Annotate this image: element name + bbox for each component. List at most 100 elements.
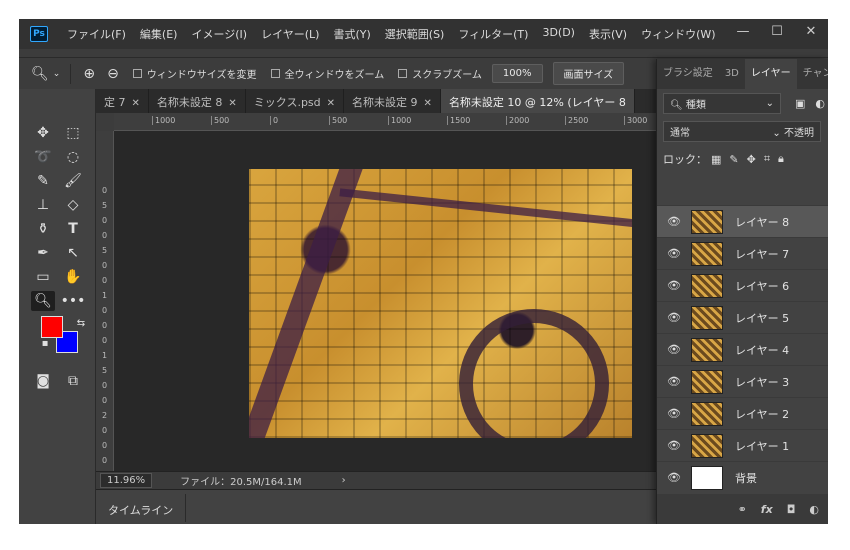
add-mask-icon[interactable]: ◘	[787, 503, 796, 516]
tab-3d[interactable]: 3D	[719, 59, 745, 89]
eyedropper-tool-icon[interactable]: ✎	[31, 171, 55, 191]
zoom-tool-icon[interactable]: 🔍︎	[31, 66, 49, 82]
menu-edit[interactable]: 編集(E)	[133, 26, 185, 42]
close-icon[interactable]: ✕	[424, 98, 432, 109]
brush-tool-icon[interactable]: 🖌︎	[61, 171, 85, 191]
scrubby-zoom-checkbox[interactable]: スクラブズーム	[398, 66, 482, 81]
visibility-eye-icon[interactable]: 👁	[663, 407, 685, 420]
quick-select-tool-icon[interactable]: ◌	[61, 147, 85, 167]
layer-row[interactable]: 👁 レイヤー 4	[657, 333, 828, 365]
move-tool-icon[interactable]: ✥	[31, 123, 55, 143]
quick-mask-icon[interactable]: ◙	[31, 371, 55, 391]
zoom-all-windows-checkbox[interactable]: 全ウィンドウをズーム	[270, 66, 384, 81]
maximize-button[interactable]: ☐	[760, 19, 794, 43]
visibility-eye-icon[interactable]: 👁	[663, 343, 685, 356]
lock-pixels-icon[interactable]: ✎	[729, 153, 738, 166]
marquee-tool-icon[interactable]: ⬚	[61, 123, 85, 143]
tab-document[interactable]: 名称未設定 9 ✕	[344, 89, 441, 113]
layers-panel: ブラシ設定 3D レイヤー チャンネル 🔍︎ 種類⌄ ▣ ◐ 通常⌄ 不透明 ロ…	[656, 59, 828, 524]
blend-mode-dropdown[interactable]: 通常 ⌄ 不透明	[663, 120, 821, 142]
layer-row-background[interactable]: 👁 背景	[657, 461, 828, 493]
zoom-tool-icon[interactable]: 🔍︎	[31, 291, 55, 311]
photo-mosaic-image[interactable]	[249, 169, 632, 438]
adjustment-layer-icon[interactable]: ◐	[809, 503, 819, 516]
tab-document-active[interactable]: 名称未設定 10 @ 12% (レイヤー 8	[440, 89, 635, 113]
zoom-100-button[interactable]: 100%	[491, 64, 543, 83]
text-tool-icon[interactable]: T	[61, 219, 85, 239]
menu-window[interactable]: ウィンドウ(W)	[634, 26, 722, 42]
lock-all-icon[interactable]: 🔒︎	[778, 152, 784, 166]
tab-document[interactable]: 定 7 ✕	[96, 89, 149, 113]
tab-channels[interactable]: チャンネル	[797, 59, 828, 89]
layer-row[interactable]: 👁 レイヤー 5	[657, 301, 828, 333]
divider	[70, 63, 72, 84]
layer-row[interactable]: 👁 レイヤー 3	[657, 365, 828, 397]
layer-filter-dropdown[interactable]: 🔍︎ 種類 ⌄	[663, 92, 781, 114]
menu-3d[interactable]: 3D(D)	[535, 26, 582, 42]
zoom-out-icon[interactable]: ⊖	[107, 66, 119, 82]
visibility-eye-icon[interactable]: 👁	[663, 247, 685, 260]
tab-layers[interactable]: レイヤー	[744, 59, 797, 89]
visibility-eye-icon[interactable]: 👁	[663, 375, 685, 388]
layer-row[interactable]: 👁 レイヤー 6	[657, 269, 828, 301]
chevron-right-icon[interactable]: ›	[342, 475, 346, 486]
tab-timeline[interactable]: タイムライン	[96, 494, 187, 522]
chevron-down-icon[interactable]: ⌄	[53, 69, 61, 79]
link-layers-icon[interactable]: ⚭	[738, 503, 747, 516]
chevron-down-icon: ⌄	[765, 97, 774, 109]
zoom-level-field[interactable]: 11.96%	[100, 473, 153, 488]
canvas-area[interactable]	[114, 131, 659, 471]
foreground-color-swatch[interactable]	[41, 316, 63, 338]
menu-image[interactable]: イメージ(I)	[184, 26, 254, 42]
stamp-tool-icon[interactable]: ⊥	[31, 195, 55, 215]
visibility-eye-icon[interactable]: 👁	[663, 471, 685, 484]
ruler-tick-label: 0	[270, 116, 278, 125]
eraser-tool-icon[interactable]: ◇	[61, 195, 85, 215]
layer-row[interactable]: 👁 レイヤー 7	[657, 237, 828, 269]
hand-tool-icon[interactable]: ✋	[61, 267, 85, 287]
lasso-tool-icon[interactable]: ➰	[31, 147, 55, 167]
menu-select[interactable]: 選択範囲(S)	[378, 26, 452, 42]
screen-mode-icon[interactable]: ⧉	[61, 371, 85, 391]
adjustment-filter-icon[interactable]: ◐	[815, 97, 825, 110]
horizontal-ruler: 1000 500 0 500 1000 1500 2000 2500 3000	[114, 113, 659, 131]
menu-type[interactable]: 書式(Y)	[326, 26, 377, 42]
menu-bar: Ps ファイル(F) 編集(E) イメージ(I) レイヤー(L) 書式(Y) 選…	[19, 19, 828, 49]
lock-position-icon[interactable]: ✥	[747, 153, 756, 166]
tab-document[interactable]: 名称未設定 8 ✕	[149, 89, 246, 113]
ruler-tick-label: 2500	[565, 116, 588, 125]
ruler-tick-label: 1	[102, 291, 108, 300]
visibility-eye-icon[interactable]: 👁	[663, 311, 685, 324]
layer-row[interactable]: 👁 レイヤー 8	[657, 205, 828, 237]
more-tools-icon[interactable]: •••	[61, 291, 86, 311]
bucket-tool-icon[interactable]: ⚱	[31, 219, 55, 239]
lock-artboard-icon[interactable]: ⌗	[764, 152, 770, 166]
rectangle-tool-icon[interactable]: ▭	[31, 267, 55, 287]
resize-windows-checkbox[interactable]: ウィンドウサイズを変更	[132, 66, 257, 81]
zoom-in-icon[interactable]: ⊕	[83, 66, 95, 82]
visibility-eye-icon[interactable]: 👁	[663, 215, 685, 228]
close-icon[interactable]: ✕	[132, 98, 140, 109]
layer-row[interactable]: 👁 レイヤー 1	[657, 429, 828, 461]
close-icon[interactable]: ✕	[327, 98, 335, 109]
menu-filter[interactable]: フィルター(T)	[451, 26, 535, 42]
fit-screen-button[interactable]: 画面サイズ	[552, 62, 625, 85]
visibility-eye-icon[interactable]: 👁	[663, 279, 685, 292]
pen-tool-icon[interactable]: ✒	[31, 243, 55, 263]
layer-row[interactable]: 👁 レイヤー 2	[657, 397, 828, 429]
tab-brush-settings[interactable]: ブラシ設定	[657, 59, 719, 89]
menu-layer[interactable]: レイヤー(L)	[254, 26, 326, 42]
lock-transparency-icon[interactable]: ▦	[711, 153, 721, 166]
visibility-eye-icon[interactable]: 👁	[663, 439, 685, 452]
tab-document[interactable]: ミックス.psd ✕	[246, 89, 345, 113]
close-icon[interactable]: ✕	[228, 98, 236, 109]
close-button[interactable]: ✕	[794, 19, 828, 43]
path-select-tool-icon[interactable]: ↖	[61, 243, 85, 263]
swap-colors-icon[interactable]: ⇆	[69, 313, 93, 333]
fx-icon[interactable]: fx	[761, 503, 773, 516]
minimize-button[interactable]: —	[726, 19, 760, 43]
image-filter-icon[interactable]: ▣	[795, 97, 805, 110]
menu-view[interactable]: 表示(V)	[582, 26, 634, 42]
menu-file[interactable]: ファイル(F)	[60, 26, 133, 42]
timeline-panel: タイムライン	[96, 489, 659, 524]
